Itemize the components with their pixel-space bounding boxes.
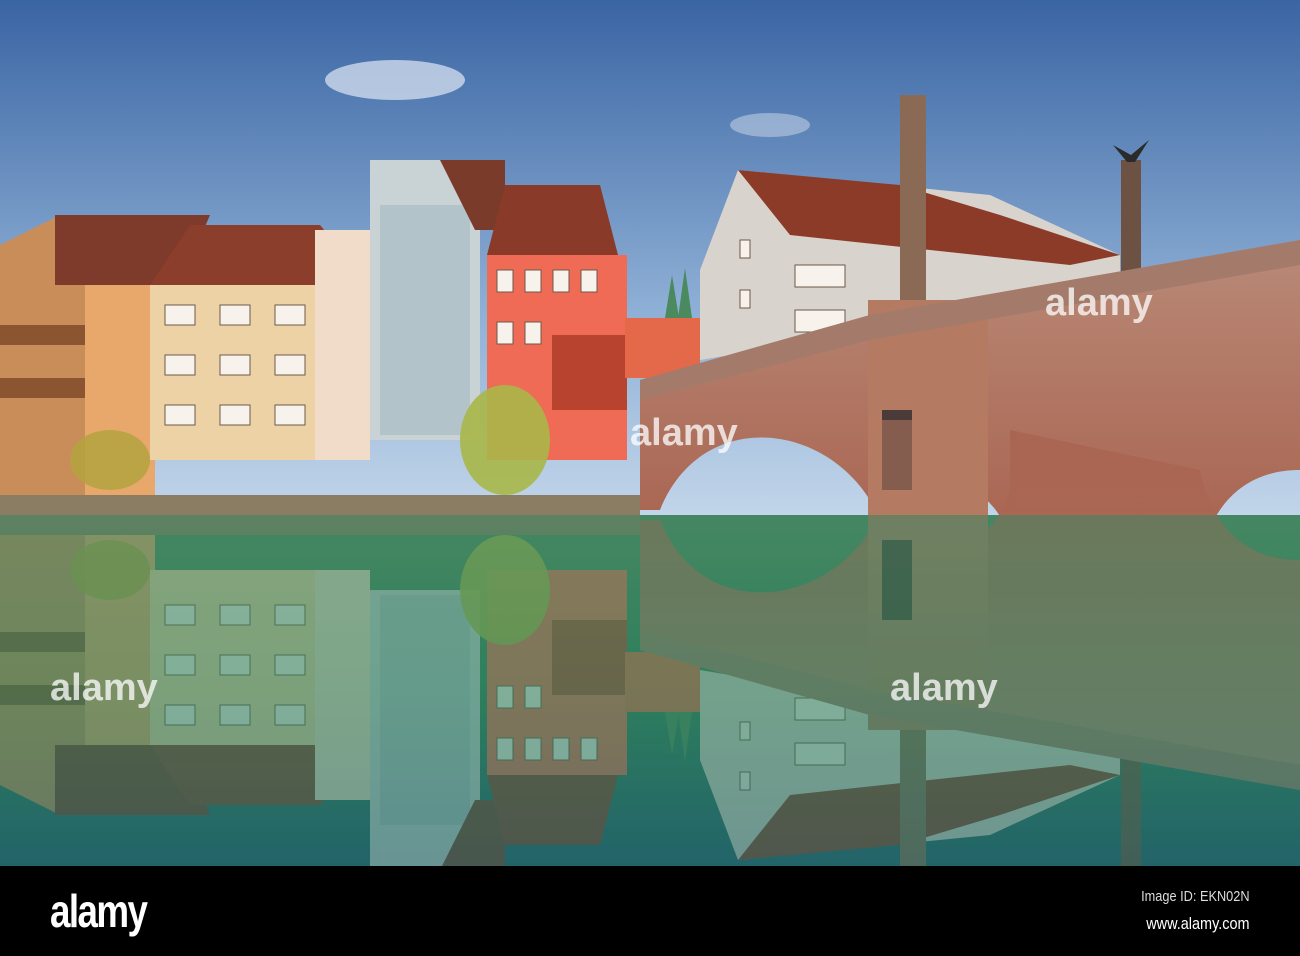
site-url[interactable]: www.alamy.com (1147, 914, 1250, 934)
footer-bar: alamy Image ID: EKN02N www.alamy.com (0, 866, 1300, 956)
svg-text:alamy: alamy (1045, 282, 1153, 324)
image-id: Image ID: EKN02N (1141, 888, 1250, 905)
alamy-logo[interactable]: alamy (50, 884, 148, 938)
photo: alamy alamy alamy alamy (0, 0, 1300, 866)
svg-text:alamy: alamy (50, 667, 158, 709)
svg-text:alamy: alamy (890, 667, 998, 709)
stock-photo-page: alamy alamy alamy alamy alamy Image ID: … (0, 0, 1300, 956)
svg-text:alamy: alamy (630, 412, 738, 454)
